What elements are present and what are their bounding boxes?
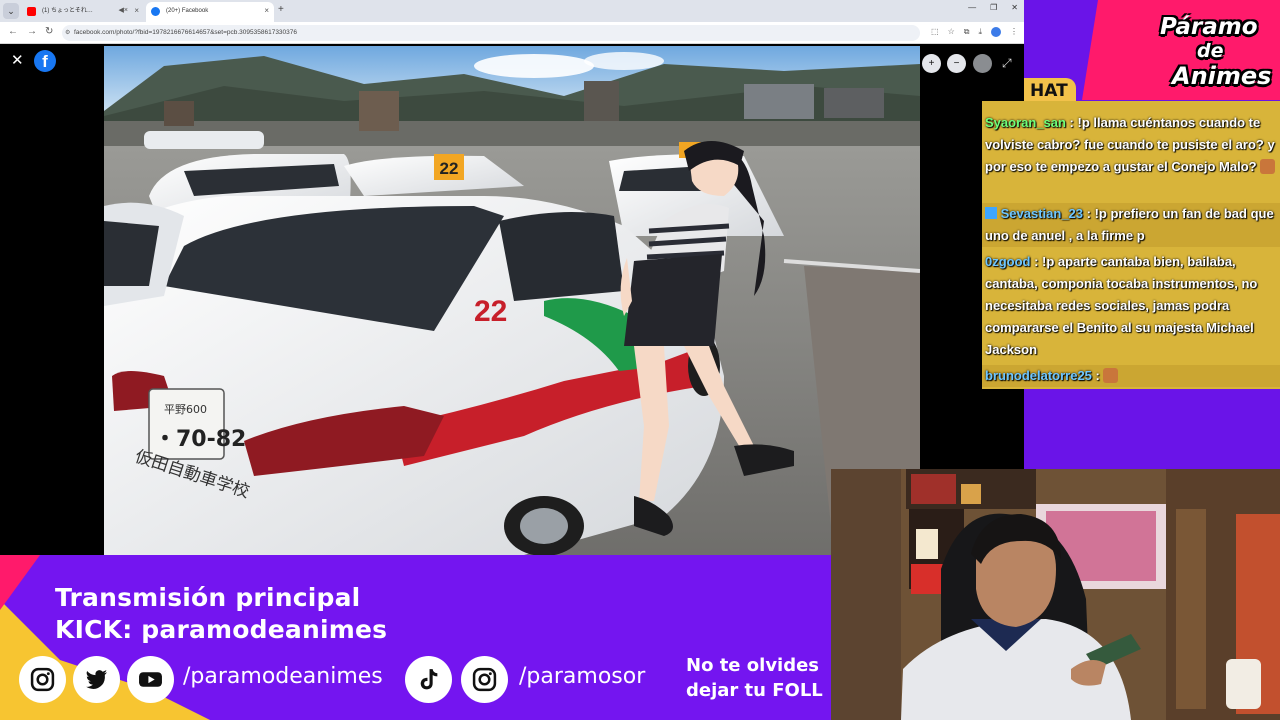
chat-message: Sevastian_23 : !p prefiero un fan de bad…	[982, 203, 1280, 247]
tab-label: (20+) Facebook	[166, 8, 209, 14]
webcam-scene	[831, 469, 1280, 720]
chat-text: :	[1091, 368, 1104, 383]
maximize-icon[interactable]: ❐	[990, 3, 997, 12]
facebook-logo-icon[interactable]: f	[34, 50, 56, 72]
car-door-number: 22	[474, 295, 507, 328]
zoom-in-icon[interactable]: +	[922, 54, 941, 73]
youtube-icon	[27, 7, 36, 16]
badge-icon	[985, 207, 997, 219]
toolbar-icons: ⬚ ☆ ⧉ ⤓ ⋮	[931, 27, 1018, 37]
logo-line-3: Animes	[1172, 62, 1272, 90]
license-plate-number: ・70-82	[154, 427, 246, 452]
close-viewer-icon[interactable]: ✕	[11, 53, 24, 68]
youtube-icon	[127, 656, 174, 703]
logo-line-1: Páramo	[1160, 14, 1258, 40]
instagram-icon	[19, 656, 66, 703]
chat-username[interactable]: Sevastian_23	[1001, 206, 1083, 221]
reload-icon[interactable]: ↻	[45, 26, 53, 37]
tab-close-icon[interactable]: ×	[134, 2, 139, 20]
tab-youtube[interactable]: (1) ちょっとそれ… ◀× ×	[22, 2, 144, 22]
new-tab-button[interactable]: +	[278, 4, 284, 15]
download-icon[interactable]: ⤓	[978, 27, 982, 37]
tab-label: (1) ちょっとそれ…	[42, 8, 93, 14]
chat-username[interactable]: Syaoran_san	[985, 115, 1066, 130]
tab-strip: ⌄ (1) ちょっとそれ… ◀× × (20+) Facebook × + — …	[0, 0, 1024, 22]
emote-icon	[1103, 368, 1119, 383]
follow-reminder-line-1: No te olvides	[686, 655, 820, 676]
zoom-out-icon[interactable]: −	[947, 54, 966, 73]
chat-message: Syaoran_san : !p llama cuéntanos cuando …	[982, 112, 1280, 178]
extensions-icon[interactable]: ⧉	[964, 27, 970, 37]
tab-search-icon[interactable]: ⌄	[3, 3, 19, 19]
window-close-icon[interactable]: ✕	[1011, 3, 1018, 12]
tag-icon[interactable]	[973, 54, 992, 73]
browser-menu-icon[interactable]: ⋮	[1010, 27, 1018, 37]
forward-icon[interactable]: →	[27, 26, 37, 37]
chat-username[interactable]: 0zgood	[985, 254, 1031, 269]
minimize-icon[interactable]: —	[968, 3, 976, 12]
kick-channel-label: KICK: paramodeanimes	[55, 615, 388, 644]
facebook-icon	[151, 7, 160, 16]
install-icon[interactable]: ⬚	[931, 27, 939, 37]
profile-avatar[interactable]	[991, 27, 1001, 37]
roof-sign-number: 22	[440, 159, 459, 178]
anime-photo: 22 22 平野600 ・70-82 仮田自動車学校	[104, 46, 920, 555]
youtube-handle: /paramodeanimes	[183, 664, 383, 689]
stream-layout: ⌄ (1) ちょっとそれ… ◀× × (20+) Facebook × + — …	[0, 0, 1280, 720]
license-plate-top: 平野600	[164, 403, 207, 416]
tab-facebook[interactable]: (20+) Facebook ×	[146, 2, 274, 22]
url-input[interactable]: ⚙ facebook.com/photo/?fbid=1978216676614…	[62, 25, 920, 41]
mute-tab-icon[interactable]: ◀×	[119, 2, 128, 20]
chat-text: : !p aparte cantaba bien, bailaba, canta…	[985, 254, 1258, 357]
instagram-handle: /paramosor	[519, 664, 646, 689]
chat-message: 0zgood : !p aparte cantaba bien, bailaba…	[982, 251, 1280, 361]
fullscreen-icon[interactable]: ⤢	[1002, 56, 1012, 71]
window-controls: — ❐ ✕	[968, 3, 1018, 12]
back-icon[interactable]: ←	[8, 26, 18, 37]
url-text: facebook.com/photo/?fbid=197821667661465…	[74, 29, 298, 36]
site-info-icon[interactable]: ⚙	[65, 25, 70, 41]
chat-message: brunodelatorre25 :	[982, 365, 1280, 387]
logo-line-2: de	[1197, 40, 1224, 62]
emote-icon	[1260, 159, 1276, 174]
tab-close-icon[interactable]: ×	[264, 2, 269, 20]
tiktok-icon	[405, 656, 452, 703]
instagram-icon	[461, 656, 508, 703]
follow-reminder-line-2: dejar tu FOLL	[686, 680, 823, 701]
chat-header: HAT	[1024, 78, 1076, 102]
main-stream-label: Transmisión principal	[55, 583, 361, 612]
address-bar: ← → ↻ ⚙ facebook.com/photo/?fbid=1978216…	[0, 22, 1024, 44]
bookmark-star-icon[interactable]: ☆	[948, 27, 955, 37]
chat-username[interactable]: brunodelatorre25	[985, 368, 1092, 383]
webcam-feed	[831, 469, 1280, 720]
photo-illustration: 22 22 平野600 ・70-82 仮田自動車学校	[104, 46, 920, 555]
twitter-icon	[73, 656, 120, 703]
